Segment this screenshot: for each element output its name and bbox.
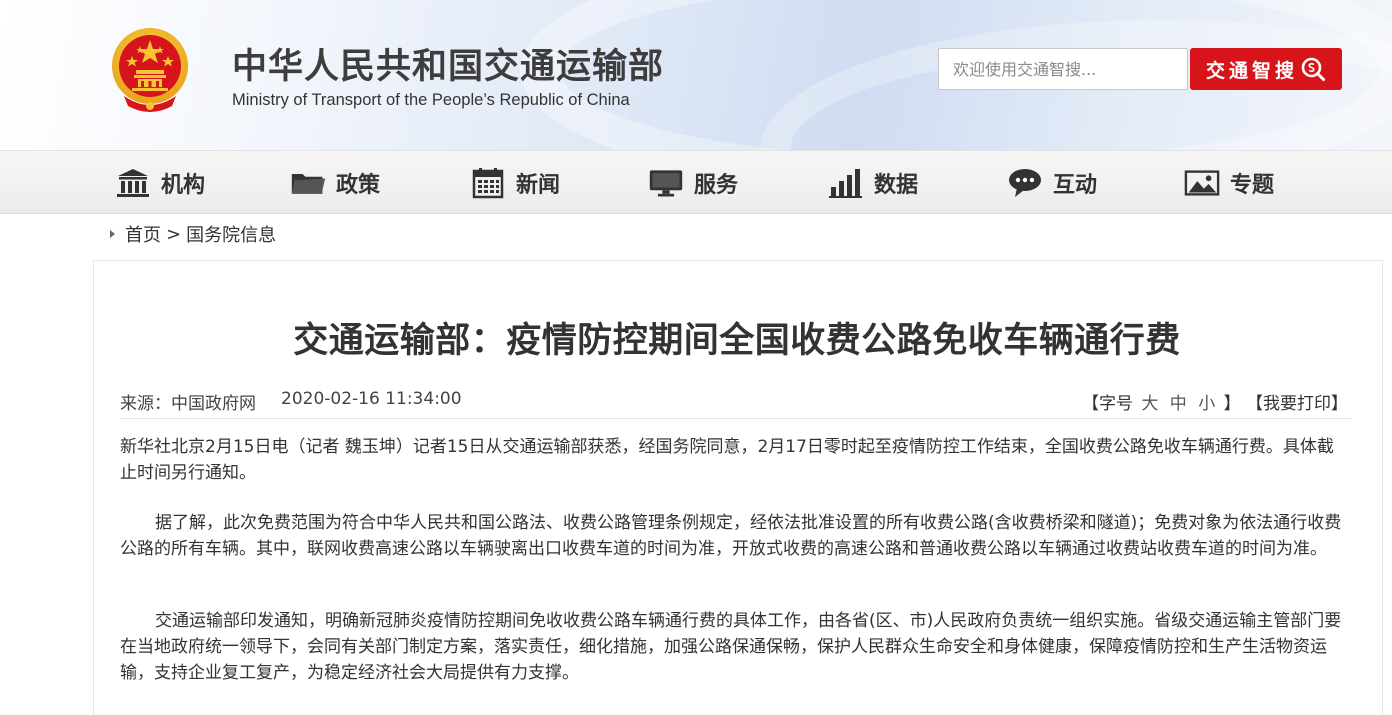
nav-item-label: 政策 <box>336 173 381 198</box>
article-paragraph: 交通运输部印发通知，明确新冠肺炎疫情防控期间免收收费公路车辆通行费的具体工作，由… <box>120 611 1342 683</box>
site-header: 中华人民共和国交通运输部 Ministry of Transport of th… <box>0 0 1392 150</box>
bar-chart-icon <box>829 169 862 198</box>
nav-item-label: 互动 <box>1053 173 1098 198</box>
nav-item-topics[interactable]: 专题 <box>1184 151 1274 215</box>
national-emblem-icon[interactable] <box>110 26 190 118</box>
search-icon <box>1301 57 1325 81</box>
article-meta: 来源：中国政府网 2020-02-16 11:34:00 【字号 大 中 小 】… <box>120 389 1352 419</box>
institution-icon <box>117 169 149 197</box>
calendar-icon <box>472 168 504 199</box>
nav-item-news[interactable]: 新闻 <box>470 151 560 215</box>
image-icon <box>1184 170 1220 196</box>
nav-item-label: 数据 <box>874 173 919 198</box>
search-input[interactable] <box>938 48 1188 90</box>
folder-icon <box>291 174 326 194</box>
nav-item-label: 服务 <box>694 173 739 198</box>
article-paragraph: 新华社北京2月15日电（记者 魏玉坤）记者15日从交通运输部获悉，经国务院同意，… <box>120 437 1334 483</box>
font-size-large-button[interactable]: 大 <box>1141 394 1158 414</box>
site-title-en[interactable]: Ministry of Transport of the People’s Re… <box>232 91 630 110</box>
chat-icon <box>1009 169 1041 197</box>
font-size-label: 【字号 <box>1081 394 1133 414</box>
article-title: 交通运输部：疫情防控期间全国收费公路免收车辆通行费 <box>293 321 1181 361</box>
font-size-medium-button[interactable]: 中 <box>1170 394 1187 414</box>
nav-item-label: 新闻 <box>516 173 561 198</box>
article-paragraph: 据了解，此次免费范围为符合中华人民共和国公路法、收费公路管理条例规定，经依法批准… <box>120 513 1342 559</box>
nav-item-label: 专题 <box>1230 173 1275 198</box>
main-nav: 机构 政策 新闻 服务 数据 互动 专题 <box>0 150 1392 214</box>
font-size-close: 】 <box>1223 394 1241 414</box>
nav-item-data[interactable]: 数据 <box>828 151 918 215</box>
article-source: 来源：中国政府网 <box>120 394 256 414</box>
nav-item-policy[interactable]: 政策 <box>290 151 380 215</box>
monitor-icon <box>649 170 683 197</box>
font-size-small-button[interactable]: 小 <box>1198 394 1215 414</box>
nav-item-service[interactable]: 服务 <box>648 151 738 215</box>
breadcrumb: 首页 > 国务院信息 <box>110 222 276 246</box>
nav-item-interaction[interactable]: 互动 <box>1007 151 1097 215</box>
breadcrumb-current-link[interactable]: 国务院信息 <box>186 221 276 247</box>
nav-item-institution[interactable]: 机构 <box>115 151 205 215</box>
nav-item-label: 机构 <box>161 173 206 198</box>
print-button[interactable]: 【我要打印】 <box>1246 394 1348 414</box>
site-title-cn[interactable]: 中华人民共和国交通运输部 <box>232 38 664 89</box>
breadcrumb-arrow-icon <box>110 230 115 238</box>
article-tools: 【字号 大 中 小 】 【我要打印】 <box>1082 389 1348 414</box>
breadcrumb-home-link[interactable]: 首页 <box>125 221 161 247</box>
breadcrumb-separator: > <box>166 223 182 245</box>
article-date: 2020-02-16 11:34:00 <box>281 389 462 409</box>
search-button[interactable]: 交通智搜 <box>1190 48 1342 90</box>
search-button-label: 交通智搜 <box>1205 59 1298 82</box>
